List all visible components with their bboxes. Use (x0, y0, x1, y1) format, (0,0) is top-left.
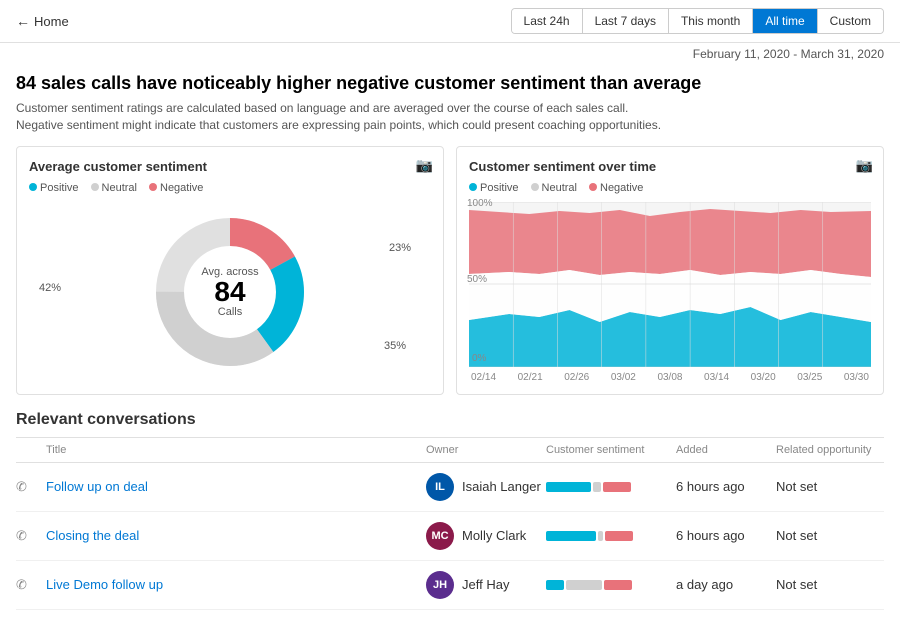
header: ← Home Last 24h Last 7 days This month A… (0, 0, 900, 43)
x-axis-labels: 02/14 02/21 02/26 03/02 03/08 03/14 03/2… (469, 372, 871, 383)
filter-thismonth[interactable]: This month (669, 9, 753, 33)
row3-added: a day ago (676, 577, 776, 592)
x-label-0320: 03/20 (751, 372, 776, 383)
filter-last24h[interactable]: Last 24h (512, 9, 583, 33)
row1-title[interactable]: Follow up on deal (46, 479, 426, 494)
row2-sentiment (546, 531, 676, 541)
export-icon-avg[interactable]: 📷 (416, 157, 433, 174)
pct-positive-label: 23% (389, 242, 411, 254)
time-filter-group: Last 24h Last 7 days This month All time… (511, 8, 884, 34)
row3-sent-neu (566, 580, 602, 590)
legend-negative: Negative (149, 182, 203, 194)
conversations-section: Relevant conversations Title Owner Custo… (16, 411, 884, 610)
time-legend-neutral: Neutral (531, 182, 577, 194)
area-chart: 02/14 02/21 02/26 03/02 03/08 03/14 03/2… (469, 202, 871, 382)
row2-avatar: MC (426, 522, 454, 550)
row3-owner-name: Jeff Hay (462, 577, 509, 592)
row3-owner: JH Jeff Hay (426, 571, 546, 599)
y-label-100: 100% (467, 198, 493, 209)
col-header-icon (16, 444, 46, 456)
x-label-0308: 03/08 (657, 372, 682, 383)
pct-neutral-label: 35% (384, 340, 406, 352)
col-header-sentiment: Customer sentiment (546, 444, 676, 456)
col-header-opportunity: Related opportunity (776, 444, 900, 456)
filter-last7days[interactable]: Last 7 days (583, 9, 669, 33)
table-row: ✆ Live Demo follow up JH Jeff Hay a day … (16, 561, 884, 610)
time-legend-positive: Positive (469, 182, 519, 194)
col-header-title: Title (46, 444, 426, 456)
x-label-0325: 03/25 (797, 372, 822, 383)
row1-sentiment (546, 482, 676, 492)
x-label-0214: 02/14 (471, 372, 496, 383)
row2-owner-name: Molly Clark (462, 528, 526, 543)
time-legend-negative: Negative (589, 182, 643, 194)
row3-title[interactable]: Live Demo follow up (46, 577, 426, 592)
donut-number: 84 (201, 278, 258, 306)
page-title: 84 sales calls have noticeably higher ne… (16, 73, 884, 94)
row1-sent-neg (603, 482, 631, 492)
row3-opportunity: Not set (776, 577, 900, 592)
row1-avatar: IL (426, 473, 454, 501)
row1-phone-icon: ✆ (16, 479, 46, 495)
row2-opportunity: Not set (776, 528, 900, 543)
row2-sent-neg (605, 531, 633, 541)
x-label-0302: 03/02 (611, 372, 636, 383)
table-header: Title Owner Customer sentiment Added Rel… (16, 438, 884, 463)
row2-title[interactable]: Closing the deal (46, 528, 426, 543)
donut-chart-container: Avg. across 84 Calls 23% 42% 35% (29, 202, 431, 382)
row3-phone-icon: ✆ (16, 577, 46, 593)
row2-phone-icon: ✆ (16, 528, 46, 544)
filter-custom[interactable]: Custom (818, 9, 883, 33)
y-label-50: 50% (467, 274, 487, 285)
x-label-0226: 02/26 (564, 372, 589, 383)
avg-sentiment-legend: Positive Neutral Negative (29, 182, 431, 194)
row1-owner-name: Isaiah Langer (462, 479, 541, 494)
row1-sent-pos (546, 482, 591, 492)
avg-sentiment-card: Average customer sentiment 📷 Positive Ne… (16, 146, 444, 395)
row1-sent-neu (593, 482, 601, 492)
col-header-owner: Owner (426, 444, 546, 456)
main-content: 84 sales calls have noticeably higher ne… (0, 65, 900, 618)
subtext-line1: Customer sentiment ratings are calculate… (16, 100, 884, 117)
table-row: ✆ Follow up on deal IL Isaiah Langer 6 h… (16, 463, 884, 512)
filter-alltime[interactable]: All time (753, 9, 817, 33)
back-label: Home (34, 14, 69, 29)
row2-owner: MC Molly Clark (426, 522, 546, 550)
y-label-0: 0% (472, 353, 486, 364)
row1-opportunity: Not set (776, 479, 900, 494)
conversations-title: Relevant conversations (16, 411, 884, 429)
area-chart-svg (469, 202, 871, 367)
donut-label: Avg. across 84 Calls (201, 266, 258, 318)
export-icon-time[interactable]: 📷 (856, 157, 873, 174)
row3-sent-pos (546, 580, 564, 590)
date-range: February 11, 2020 - March 31, 2020 (0, 43, 900, 65)
time-sentiment-legend: Positive Neutral Negative (469, 182, 871, 194)
row3-avatar: JH (426, 571, 454, 599)
x-label-0314: 03/14 (704, 372, 729, 383)
charts-row: Average customer sentiment 📷 Positive Ne… (16, 146, 884, 395)
legend-neutral: Neutral (91, 182, 137, 194)
sentiment-over-time-card: Customer sentiment over time 📷 Positive … (456, 146, 884, 395)
subtext-line2: Negative sentiment might indicate that c… (16, 117, 884, 134)
col-header-added: Added (676, 444, 776, 456)
conversations-table: Title Owner Customer sentiment Added Rel… (16, 437, 884, 610)
sentiment-over-time-title: Customer sentiment over time (469, 159, 871, 174)
pct-negative-label: 42% (39, 282, 61, 294)
row2-sent-pos (546, 531, 596, 541)
table-row: ✆ Closing the deal MC Molly Clark 6 hour… (16, 512, 884, 561)
row2-sent-neu (598, 531, 603, 541)
row3-sentiment (546, 580, 676, 590)
row2-added: 6 hours ago (676, 528, 776, 543)
x-label-0330: 03/30 (844, 372, 869, 383)
subtext: Customer sentiment ratings are calculate… (16, 100, 884, 134)
donut-calls-label: Calls (201, 306, 258, 318)
legend-positive: Positive (29, 182, 79, 194)
avg-sentiment-title: Average customer sentiment (29, 159, 431, 174)
row1-added: 6 hours ago (676, 479, 776, 494)
row3-sent-neg (604, 580, 632, 590)
back-link[interactable]: ← Home (16, 13, 69, 29)
row1-owner: IL Isaiah Langer (426, 473, 546, 501)
back-arrow-icon: ← (16, 13, 30, 29)
x-label-0221: 02/21 (518, 372, 543, 383)
